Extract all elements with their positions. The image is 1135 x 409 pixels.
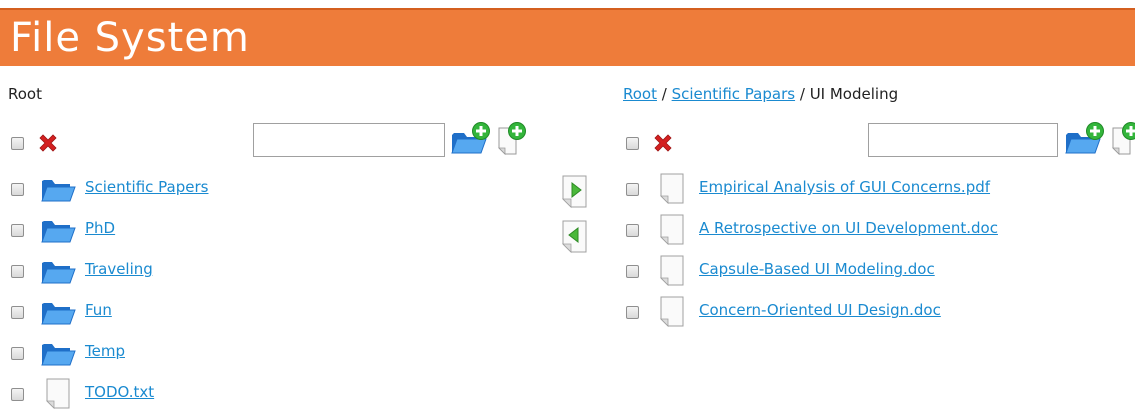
folder-icon — [41, 344, 76, 366]
item-link[interactable]: A Retrospective on UI Development.doc — [699, 219, 998, 237]
move-right-icon[interactable] — [558, 174, 592, 210]
breadcrumb-parent-link[interactable]: Scientific Papars — [672, 85, 795, 103]
right-delete-icon[interactable] — [651, 131, 675, 155]
breadcrumb-current: Root — [8, 85, 42, 103]
item-checkbox[interactable] — [11, 265, 24, 278]
left-delete-icon[interactable] — [36, 131, 60, 155]
file-icon — [660, 255, 684, 286]
breadcrumb-root-link[interactable]: Root — [623, 85, 657, 103]
left-search-input[interactable] — [253, 123, 445, 157]
item-link[interactable]: Capsule-Based UI Modeling.doc — [699, 260, 935, 278]
item-checkbox[interactable] — [11, 183, 24, 196]
item-checkbox[interactable] — [626, 183, 639, 196]
item-checkbox[interactable] — [11, 347, 24, 360]
new-file-icon[interactable] — [494, 121, 530, 159]
item-link[interactable]: TODO.txt — [85, 383, 154, 401]
folder-icon — [41, 262, 76, 284]
folder-icon — [41, 221, 76, 243]
new-file-icon[interactable] — [1108, 121, 1135, 159]
file-icon — [660, 214, 684, 245]
right-select-all-checkbox[interactable] — [626, 137, 639, 150]
breadcrumb-separator: / — [799, 85, 805, 103]
item-checkbox[interactable] — [11, 388, 24, 401]
item-link[interactable]: Scientific Papers — [85, 178, 208, 196]
item-checkbox[interactable] — [11, 306, 24, 319]
file-icon — [660, 296, 684, 327]
app-header: File System — [0, 8, 1135, 66]
item-link[interactable]: PhD — [85, 219, 115, 237]
item-checkbox[interactable] — [11, 224, 24, 237]
file-icon — [660, 173, 684, 204]
breadcrumb-separator: / — [661, 85, 667, 103]
folder-icon — [41, 303, 76, 325]
new-folder-icon[interactable] — [449, 121, 493, 159]
folder-icon — [41, 180, 76, 202]
right-search-input[interactable] — [868, 123, 1058, 157]
file-icon — [46, 378, 70, 409]
item-link[interactable]: Temp — [85, 342, 125, 360]
item-link[interactable]: Empirical Analysis of GUI Concerns.pdf — [699, 178, 990, 196]
item-checkbox[interactable] — [626, 306, 639, 319]
page-title: File System — [10, 15, 250, 61]
breadcrumb-current: UI Modeling — [809, 85, 899, 103]
left-select-all-checkbox[interactable] — [11, 137, 24, 150]
new-folder-icon[interactable] — [1063, 121, 1107, 159]
move-left-icon[interactable] — [558, 219, 592, 255]
item-link[interactable]: Fun — [85, 301, 112, 319]
item-checkbox[interactable] — [626, 265, 639, 278]
item-link[interactable]: Traveling — [85, 260, 153, 278]
left-breadcrumb: Root — [8, 85, 42, 103]
item-checkbox[interactable] — [626, 224, 639, 237]
item-link[interactable]: Concern-Oriented UI Design.doc — [699, 301, 941, 319]
right-breadcrumb: Root / Scientific Papars / UI Modeling — [623, 85, 898, 103]
